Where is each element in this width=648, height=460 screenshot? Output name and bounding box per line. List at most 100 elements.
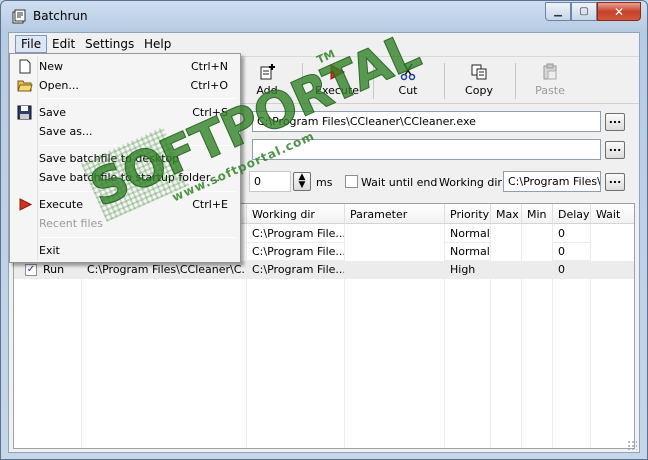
row-enabled-checkbox[interactable]: ✓ bbox=[25, 264, 37, 276]
cell-priority[interactable]: High bbox=[445, 261, 491, 279]
title-bar[interactable]: Batchrun ▁ ▢ ✕ bbox=[1, 1, 647, 32]
column-header-delay[interactable]: Delay bbox=[553, 204, 591, 224]
working-dir-label: Working dir bbox=[439, 176, 502, 189]
program-path-input[interactable]: C:\Program Files\CCleaner\CCleaner.exe bbox=[252, 111, 601, 132]
column-header-wait[interactable]: Wait bbox=[591, 204, 634, 224]
cell-delay[interactable]: 0 bbox=[553, 243, 591, 261]
browse-parameter-button[interactable]: ... bbox=[605, 141, 625, 159]
add-label: Add bbox=[256, 84, 278, 97]
cut-button[interactable]: Cut bbox=[376, 60, 440, 102]
minimize-button[interactable]: ▁ bbox=[545, 2, 571, 21]
column-header-working-dir[interactable]: Working dir bbox=[247, 204, 345, 224]
browse-program-button[interactable]: ... bbox=[605, 113, 625, 131]
open-folder-icon bbox=[17, 80, 33, 92]
menu-item-save-as[interactable]: Save as... bbox=[12, 122, 238, 141]
menu-item-label: Save batchfile to startup folder... bbox=[39, 171, 220, 184]
menu-item-shortcut: Ctrl+N bbox=[190, 60, 228, 73]
cell-action[interactable]: Run bbox=[38, 261, 82, 279]
cell-delay[interactable]: 0 bbox=[553, 261, 591, 279]
checkmark-icon: ✓ bbox=[26, 264, 36, 275]
delay-unit-label: ms bbox=[316, 176, 333, 189]
menu-item-save[interactable]: Save Ctrl+S bbox=[12, 103, 238, 122]
menu-item-shortcut: Ctrl+S bbox=[192, 106, 228, 119]
window-title: Batchrun bbox=[33, 9, 88, 23]
execute-arrow-icon bbox=[19, 198, 33, 211]
menu-bar: File Edit Settings Help bbox=[9, 33, 639, 54]
cut-label: Cut bbox=[398, 84, 418, 97]
paste-icon bbox=[543, 63, 557, 80]
menu-item-label: Recent files bbox=[39, 217, 103, 230]
cell-working-dir[interactable]: C:\Program File... bbox=[247, 243, 345, 261]
menu-item-shortcut: Ctrl+E bbox=[192, 198, 228, 211]
parameter-input[interactable] bbox=[252, 139, 601, 160]
menu-item-execute[interactable]: Execute Ctrl+E bbox=[12, 195, 238, 214]
toolbar-separator bbox=[373, 63, 374, 99]
menu-item-label: Open... bbox=[39, 79, 79, 92]
toolbar-separator bbox=[302, 63, 303, 99]
menu-item-shortcut: Ctrl+O bbox=[190, 79, 228, 92]
menu-help[interactable]: Help bbox=[139, 36, 176, 52]
save-disk-icon bbox=[17, 105, 32, 120]
menu-separator bbox=[40, 191, 236, 192]
menu-item-exit[interactable]: Exit bbox=[12, 241, 238, 260]
working-dir-input[interactable]: C:\Program Files\CC bbox=[503, 171, 601, 192]
execute-icon bbox=[330, 64, 346, 80]
menu-item-label: New bbox=[39, 60, 63, 73]
menu-separator bbox=[40, 98, 236, 99]
resize-grip[interactable] bbox=[627, 440, 637, 450]
menu-item-label: Save as... bbox=[39, 125, 93, 138]
batchrun-window: Batchrun ▁ ▢ ✕ File Edit Settings Help A… bbox=[0, 0, 648, 460]
menu-item-label: Save bbox=[39, 106, 67, 119]
menu-item-new[interactable]: New Ctrl+N bbox=[12, 57, 238, 76]
batchrun-app-icon bbox=[12, 9, 26, 24]
maximize-icon: ▢ bbox=[579, 6, 589, 17]
delay-spinner[interactable]: ▲ ▼ bbox=[293, 172, 311, 191]
menu-edit[interactable]: Edit bbox=[47, 36, 80, 52]
copy-button[interactable]: Copy bbox=[447, 60, 511, 102]
column-header-max[interactable]: Max bbox=[491, 204, 522, 224]
close-button[interactable]: ✕ bbox=[597, 2, 641, 21]
cell-priority[interactable]: Normal bbox=[445, 225, 491, 243]
column-divider bbox=[521, 224, 522, 448]
cell-priority[interactable]: Normal bbox=[445, 243, 491, 261]
column-header-min[interactable]: Min bbox=[522, 204, 553, 224]
minimize-icon: ▁ bbox=[554, 6, 562, 17]
spinner-arrows-icon: ▲ ▼ bbox=[298, 172, 306, 190]
column-header-parameter[interactable]: Parameter bbox=[345, 204, 445, 224]
menu-item-label: Save batchfile to desktop bbox=[39, 152, 180, 165]
menu-item-label: Execute bbox=[39, 198, 83, 211]
menu-file[interactable]: File bbox=[15, 35, 48, 53]
add-icon bbox=[260, 64, 275, 80]
new-document-icon bbox=[19, 59, 31, 74]
delay-input[interactable]: 0 bbox=[249, 171, 291, 192]
add-button[interactable]: Add bbox=[235, 60, 299, 102]
menu-settings[interactable]: Settings bbox=[80, 36, 139, 52]
menu-separator bbox=[40, 145, 236, 146]
execute-button[interactable]: Execute bbox=[305, 60, 369, 102]
menu-item-save-to-startup[interactable]: Save batchfile to startup folder... bbox=[12, 168, 238, 187]
column-header-priority[interactable]: Priority bbox=[445, 204, 491, 224]
execute-label: Execute bbox=[315, 84, 359, 97]
maximize-button[interactable]: ▢ bbox=[571, 2, 597, 21]
cell-working-dir[interactable]: C:\Program File... bbox=[247, 225, 345, 243]
wait-until-end-checkbox[interactable] bbox=[345, 175, 358, 188]
wait-until-end-label: Wait until end bbox=[361, 176, 438, 189]
scissors-icon bbox=[400, 63, 416, 81]
close-icon: ✕ bbox=[613, 4, 625, 19]
menu-item-open[interactable]: Open... Ctrl+O bbox=[12, 76, 238, 95]
paste-button[interactable]: Paste bbox=[518, 60, 582, 102]
paste-label: Paste bbox=[535, 84, 565, 97]
cell-program[interactable]: C:\Program Files\CCleaner\C... bbox=[82, 261, 247, 279]
toolbar-separator bbox=[444, 63, 445, 99]
cell-delay[interactable]: 0 bbox=[553, 225, 591, 243]
file-menu-dropdown: New Ctrl+N Open... Ctrl+O Save Ctrl+S Sa… bbox=[9, 53, 241, 263]
copy-icon bbox=[471, 64, 487, 80]
menu-separator bbox=[40, 237, 236, 238]
browse-working-dir-button[interactable]: ... bbox=[605, 173, 625, 191]
menu-item-recent-files[interactable]: Recent files bbox=[12, 214, 238, 233]
toolbar-separator bbox=[515, 63, 516, 99]
menu-item-label: Exit bbox=[39, 244, 60, 257]
menu-item-save-to-desktop[interactable]: Save batchfile to desktop bbox=[12, 149, 238, 168]
copy-label: Copy bbox=[465, 84, 493, 97]
cell-working-dir[interactable]: C:\Program File... bbox=[247, 261, 345, 279]
